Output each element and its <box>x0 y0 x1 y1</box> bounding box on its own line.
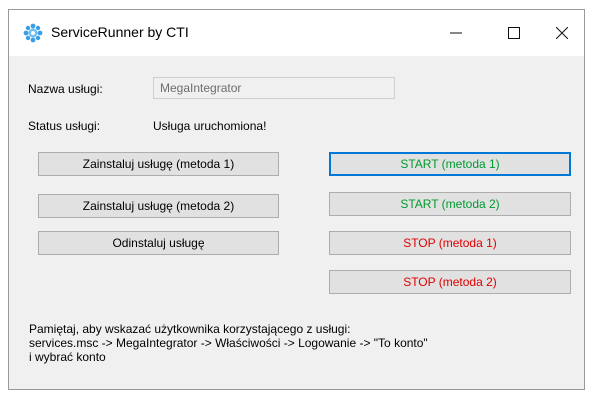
instructions-line-3: i wybrać konto <box>29 350 106 364</box>
instructions-line-2: services.msc -> MegaIntegrator -> Właści… <box>29 336 428 350</box>
uninstall-button[interactable]: Odinstaluj usługę <box>38 231 279 255</box>
gear-snowflake-icon <box>23 23 43 43</box>
instructions-line-1: Pamiętaj, aby wskazać użytkownika korzys… <box>29 322 351 336</box>
close-button[interactable] <box>539 10 584 56</box>
service-name-field[interactable] <box>153 77 395 99</box>
install-method-2-button[interactable]: Zainstaluj usługę (metoda 2) <box>38 194 279 218</box>
title-bar[interactable]: ServiceRunner by CTI <box>9 10 584 56</box>
start-method-1-button[interactable]: START (metoda 1) <box>329 152 571 176</box>
close-icon <box>556 27 568 39</box>
minimize-icon <box>450 32 462 34</box>
stop-method-2-button[interactable]: STOP (metoda 2) <box>329 270 571 294</box>
window-title: ServiceRunner by CTI <box>51 24 189 40</box>
service-status-value: Usługa uruchomiona! <box>153 119 267 133</box>
maximize-icon <box>508 27 520 39</box>
app-window: ServiceRunner by CTI Nazwa usługi: Statu… <box>8 9 585 390</box>
start-method-2-button[interactable]: START (metoda 2) <box>329 192 571 216</box>
maximize-button[interactable] <box>491 10 537 56</box>
install-method-1-button[interactable]: Zainstaluj usługę (metoda 1) <box>38 152 279 176</box>
stop-method-1-button[interactable]: STOP (metoda 1) <box>329 231 571 255</box>
login-instructions: Pamiętaj, aby wskazać użytkownika korzys… <box>29 322 428 364</box>
minimize-button[interactable] <box>433 10 479 56</box>
service-status-label: Status usługi: <box>28 119 101 133</box>
service-name-label: Nazwa usługi: <box>28 82 103 96</box>
